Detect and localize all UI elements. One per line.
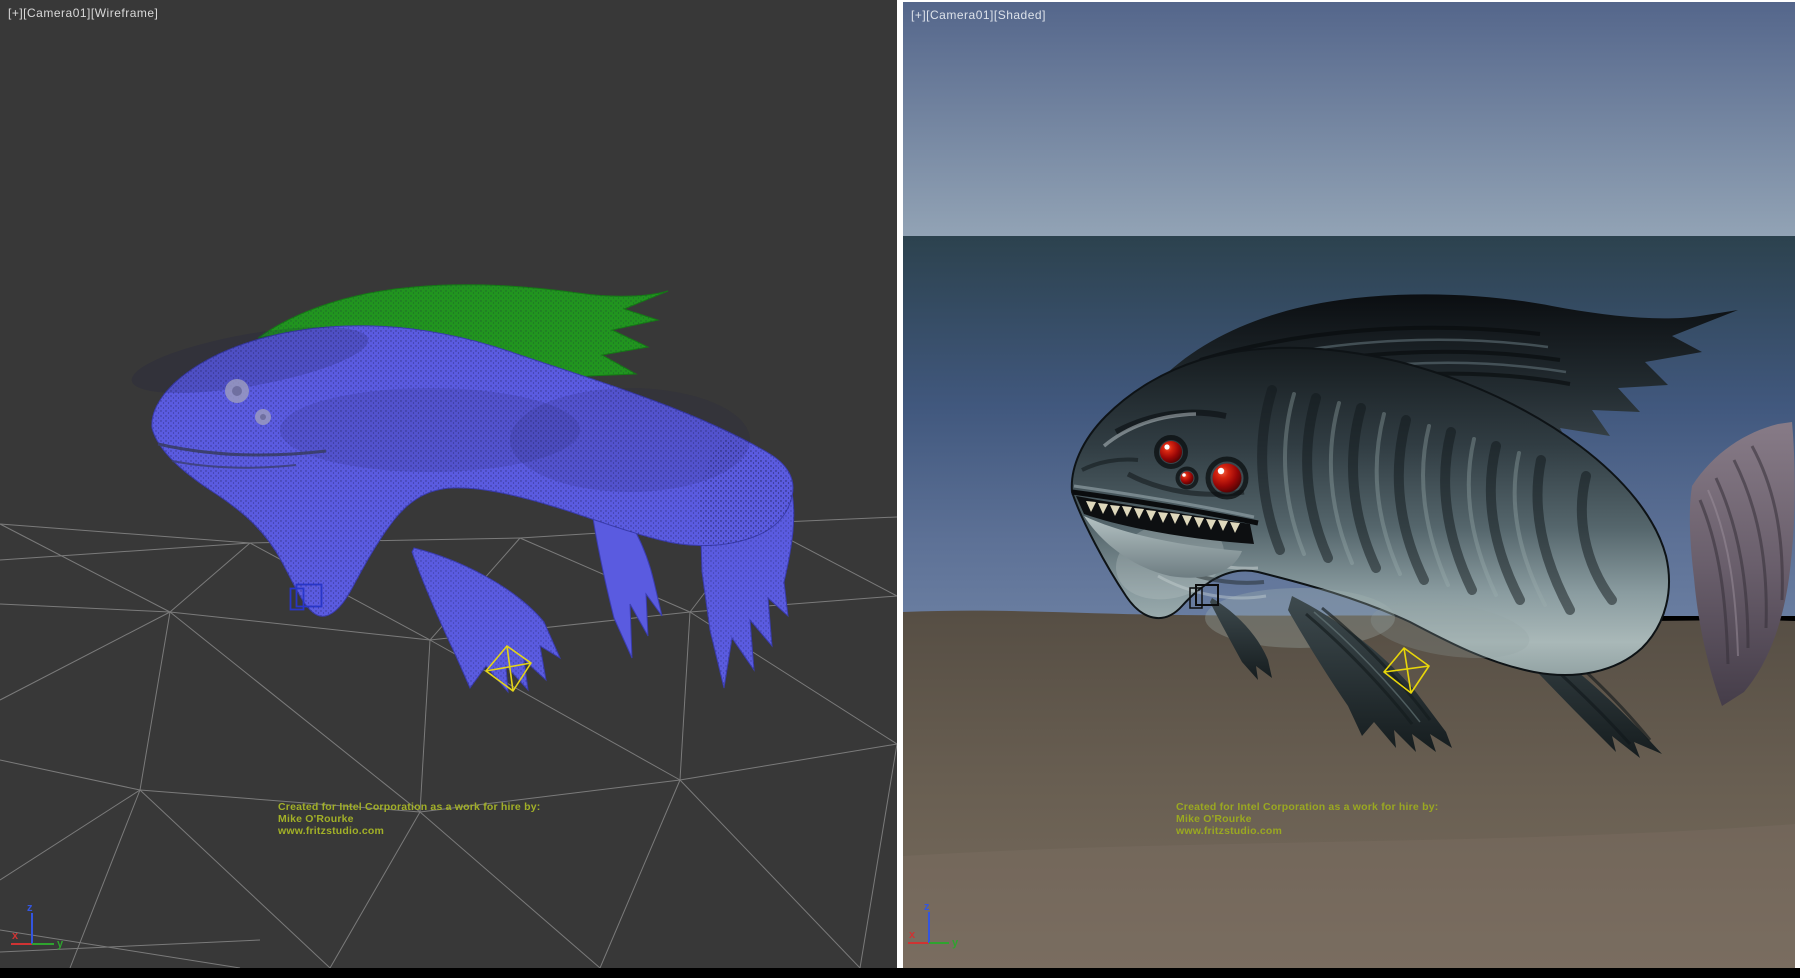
watermark-line1: Created for Intel Corporation as a work … [1176,801,1438,813]
right-viewport-right-border [1795,0,1800,968]
eye-highlight [1218,468,1224,474]
eye-red-large [1213,464,1242,493]
bottom-bar [0,968,1800,978]
eye-red-small [1181,472,1194,485]
eye-spot-large-pupil [232,386,242,396]
viewport-divider[interactable] [897,0,903,968]
right-viewport-top-border [903,0,1800,2]
watermark-line3: www.fritzstudio.com [277,825,384,837]
right-viewport-label[interactable]: [+][Camera01][Shaded] [911,8,1046,22]
sky-gradient [903,2,1795,236]
eye-highlight [1182,473,1186,477]
axis-x-label: x [12,930,19,942]
shading-blob [510,388,750,492]
left-viewport-label[interactable]: [+][Camera01][Wireframe] [8,6,158,20]
watermark-line2: Mike O'Rourke [1176,813,1252,825]
watermark-line3: www.fritzstudio.com [1175,825,1282,837]
axis-z-label: z [27,902,33,914]
watermark-line2: Mike O'Rourke [278,813,354,825]
axis-z-label: z [924,901,930,913]
axis-x-label: x [909,929,916,941]
eye-red-front [1160,441,1182,463]
axis-y-label: y [952,937,959,949]
watermark-line1: Created for Intel Corporation as a work … [278,801,540,813]
eye-highlight [1164,444,1169,449]
axis-y-label: y [57,938,64,950]
left-viewport[interactable]: Created for Intel Corporation as a work … [0,0,897,968]
viewport-stage: Created for Intel Corporation as a work … [0,0,1800,978]
right-viewport[interactable]: Created for Intel Corporation as a work … [903,2,1795,968]
eye-spot-small-pupil [260,414,266,420]
